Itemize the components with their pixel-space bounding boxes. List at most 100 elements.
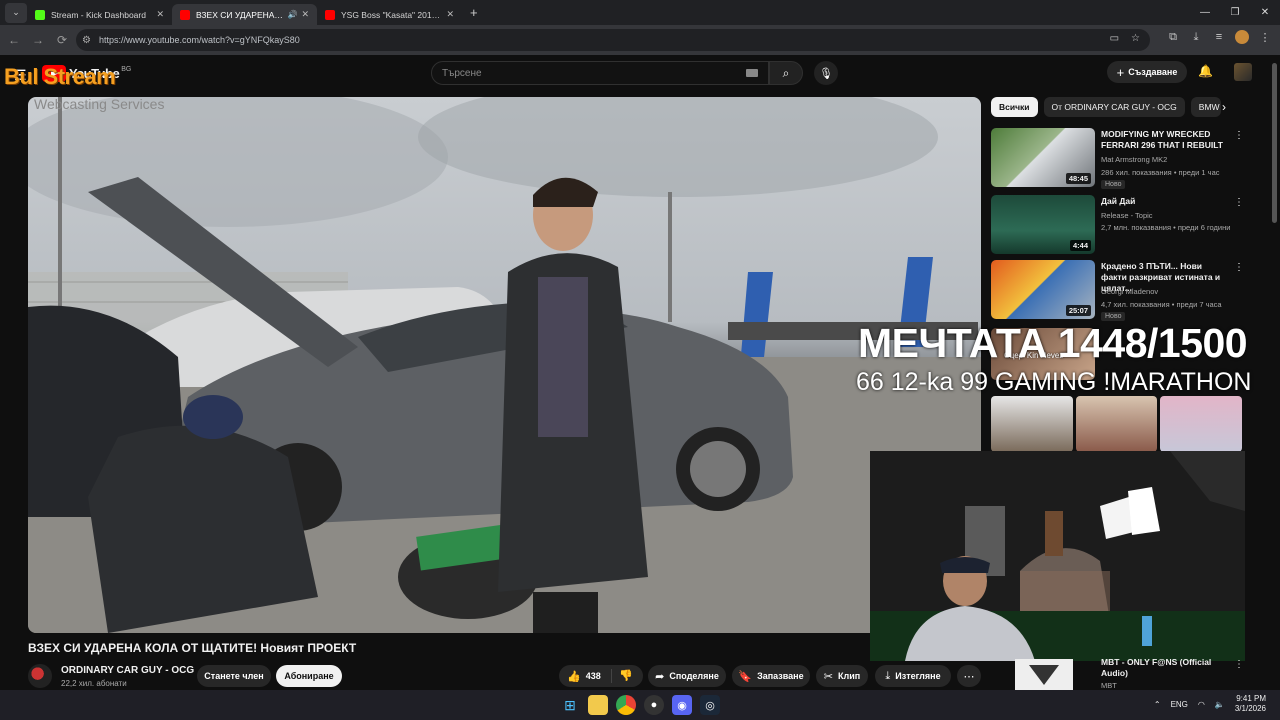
obs-icon[interactable]: ● xyxy=(644,695,664,715)
new-tab-icon[interactable]: + xyxy=(470,5,478,20)
reload-icon[interactable]: ⟳ xyxy=(50,33,74,47)
chrome-icon[interactable] xyxy=(616,695,636,715)
recommendation-channel[interactable]: Mat Armstrong MK2 xyxy=(1101,155,1167,164)
speaker-icon[interactable]: 🔊 xyxy=(287,10,297,19)
video-thumbnail[interactable]: 4:44 xyxy=(991,195,1095,254)
download-arrow-icon: ⤓ xyxy=(885,669,891,682)
tray-overflow-icon[interactable]: ⌃ xyxy=(1154,700,1161,709)
close-tab-icon[interactable]: ✕ xyxy=(156,9,164,20)
media-control-icon[interactable]: ≡ xyxy=(1212,31,1226,43)
short-thumbnail[interactable] xyxy=(1160,396,1243,452)
recommendation-title[interactable]: Дай Дай xyxy=(1101,196,1226,207)
notifications-bell-icon[interactable]: 🔔 xyxy=(1198,64,1213,78)
clock[interactable]: 9:41 PM 3/1/2026 xyxy=(1235,694,1266,714)
short-thumbnail[interactable] xyxy=(1075,396,1158,452)
video-thumbnail[interactable]: 48:45 xyxy=(991,128,1095,187)
download-button[interactable]: ⤓ Изтегляне xyxy=(875,665,951,687)
browser-toolbar: ← → ⟳ ⚙ https://www.youtube.com/watch?v=… xyxy=(0,25,1280,55)
marathon-counter-text: МЕЧТАТА 1448/1500 xyxy=(858,320,1248,366)
volume-icon[interactable]: 🔈 xyxy=(1215,700,1225,709)
webcasting-services-text: Webcasting Services xyxy=(34,96,165,112)
more-vertical-icon[interactable]: ⋮ xyxy=(1234,197,1244,208)
save-label: Запазване xyxy=(757,671,804,681)
tab-youtube-video[interactable]: ВЗЕХ СИ УДАРЕНА КОЛА ОТ ЩАТИТЕ! Новият П… xyxy=(172,4,317,25)
discord-icon[interactable]: ◉ xyxy=(672,695,692,715)
share-button[interactable]: ➦ Споделяне xyxy=(648,665,726,687)
page-scrollbar[interactable] xyxy=(1272,55,1278,695)
like-count: 438 xyxy=(585,671,601,681)
youtube-favicon-icon xyxy=(180,9,190,20)
country-code: BG xyxy=(121,66,132,73)
close-window-icon[interactable]: ✕ xyxy=(1250,7,1280,18)
recommendation-meta: 286 хил. показвания • преди 1 час xyxy=(1101,168,1220,177)
bookmark-star-icon[interactable]: ☆ xyxy=(1131,33,1140,44)
subscribe-button[interactable]: Абониране xyxy=(276,665,342,687)
search-box[interactable] xyxy=(431,61,769,85)
clip-button[interactable]: ✂ Клип xyxy=(816,665,868,687)
taskbar-apps: ⊞ ● ◉ ◎ xyxy=(560,695,720,715)
last-recommendation-art xyxy=(1029,665,1059,685)
last-recommendation-thumb[interactable] xyxy=(1015,659,1073,690)
voice-search-button[interactable]: 🎙 xyxy=(814,61,838,85)
join-member-button[interactable]: Станете член xyxy=(197,665,271,687)
address-bar[interactable]: ⚙ https://www.youtube.com/watch?v=gYNFQk… xyxy=(76,29,1150,51)
search-input[interactable] xyxy=(442,67,732,79)
save-button[interactable]: 🔖 Запазване xyxy=(732,665,810,687)
recommendation-channel[interactable]: Release - Topic xyxy=(1101,211,1153,220)
chip-all[interactable]: Всички xyxy=(991,97,1038,117)
search-button[interactable]: ⌕ xyxy=(769,61,803,85)
chip-from-channel[interactable]: От ORDINARY CAR GUY - OCG xyxy=(1043,97,1185,117)
duration-badge: 4:44 xyxy=(1069,240,1091,251)
create-button[interactable]: + Създаване xyxy=(1107,61,1187,83)
system-tray: ⌃ ENG ◠ 🔈 9:41 PM 3/1/2026 xyxy=(1154,694,1266,714)
forward-icon[interactable]: → xyxy=(26,33,50,47)
chevron-right-icon[interactable]: › xyxy=(1222,100,1226,114)
minimize-icon[interactable]: — xyxy=(1190,7,1220,18)
back-icon[interactable]: ← xyxy=(2,33,26,47)
recommendation-title[interactable]: MODIFYING MY WRECKED FERRARI 296 THAT I … xyxy=(1101,129,1226,151)
more-vertical-icon[interactable]: ⋮ xyxy=(1234,262,1244,273)
account-avatar[interactable] xyxy=(1234,63,1252,81)
create-label: Създаване xyxy=(1128,67,1178,77)
channel-avatar[interactable] xyxy=(28,664,52,688)
recommendation-item[interactable]: 25:07 Крадено 3 ПЪТИ... Нови факти разкр… xyxy=(991,260,1246,322)
chip-bmw[interactable]: BMW xyxy=(1190,97,1221,117)
file-explorer-icon[interactable] xyxy=(588,695,608,715)
more-actions-button[interactable]: ⋯ xyxy=(957,665,981,687)
close-tab-icon[interactable]: ✕ xyxy=(446,9,454,20)
more-vertical-icon[interactable]: ⋮ xyxy=(1234,659,1244,670)
tab-kick-dashboard[interactable]: Stream - Kick Dashboard ✕ xyxy=(27,4,172,25)
video-title: ВЗЕХ СИ УДАРЕНА КОЛА ОТ ЩАТИТЕ! Новият П… xyxy=(28,641,357,655)
video-player[interactable] xyxy=(28,97,981,633)
short-thumbnail[interactable] xyxy=(991,396,1073,452)
recommendation-title[interactable]: MBT - ONLY F@NS (Official Audio) xyxy=(1101,657,1231,679)
windows-start-icon[interactable]: ⊞ xyxy=(560,695,580,715)
tab-search-button[interactable]: ⌄ xyxy=(5,2,27,23)
scrollbar-thumb[interactable] xyxy=(1272,63,1277,223)
video-frame-image xyxy=(28,97,981,633)
steam-icon[interactable]: ◎ xyxy=(700,695,720,715)
extensions-icon[interactable]: ⧉ xyxy=(1166,31,1180,44)
recommendation-channel[interactable]: Georgi Mladenov xyxy=(1101,287,1158,296)
keyboard-icon[interactable] xyxy=(746,69,758,77)
download-icon[interactable]: ⤓ xyxy=(1189,31,1203,44)
recommendation-item[interactable]: 4:44 Дай Дай Release - Topic 2,7 млн. по… xyxy=(991,195,1246,257)
video-thumbnail[interactable]: 25:07 xyxy=(991,260,1095,319)
channel-name[interactable]: ORDINARY CAR GUY - OCG xyxy=(61,665,194,676)
like-button[interactable]: 👍 438 👎 xyxy=(559,665,643,687)
wifi-icon[interactable]: ◠ xyxy=(1198,700,1205,709)
window-controls: — ❐ ✕ xyxy=(1190,0,1280,25)
close-tab-icon[interactable]: ✕ xyxy=(301,9,309,20)
tab-youtube-kasata[interactable]: YSG Boss "Kasata" 2016 (ft. Gangsta Geo)… xyxy=(317,4,462,25)
browser-menu-icon[interactable]: ⋮ xyxy=(1258,31,1272,44)
site-info-icon[interactable]: ⚙ xyxy=(82,35,91,46)
more-vertical-icon[interactable]: ⋮ xyxy=(1234,130,1244,141)
language-indicator[interactable]: ENG xyxy=(1171,700,1188,709)
maximize-icon[interactable]: ❐ xyxy=(1220,7,1250,18)
recommendation-item[interactable]: 48:45 MODIFYING MY WRECKED FERRARI 296 T… xyxy=(991,128,1246,190)
cast-icon[interactable]: ▭ xyxy=(1110,33,1119,44)
extensions-area: ⧉ ⤓ ≡ ⋮ xyxy=(1166,30,1272,44)
recommendation-channel[interactable]: MBT xyxy=(1101,681,1117,690)
profile-avatar[interactable] xyxy=(1235,30,1249,44)
thumbs-down-icon[interactable]: 👎 xyxy=(619,669,633,682)
